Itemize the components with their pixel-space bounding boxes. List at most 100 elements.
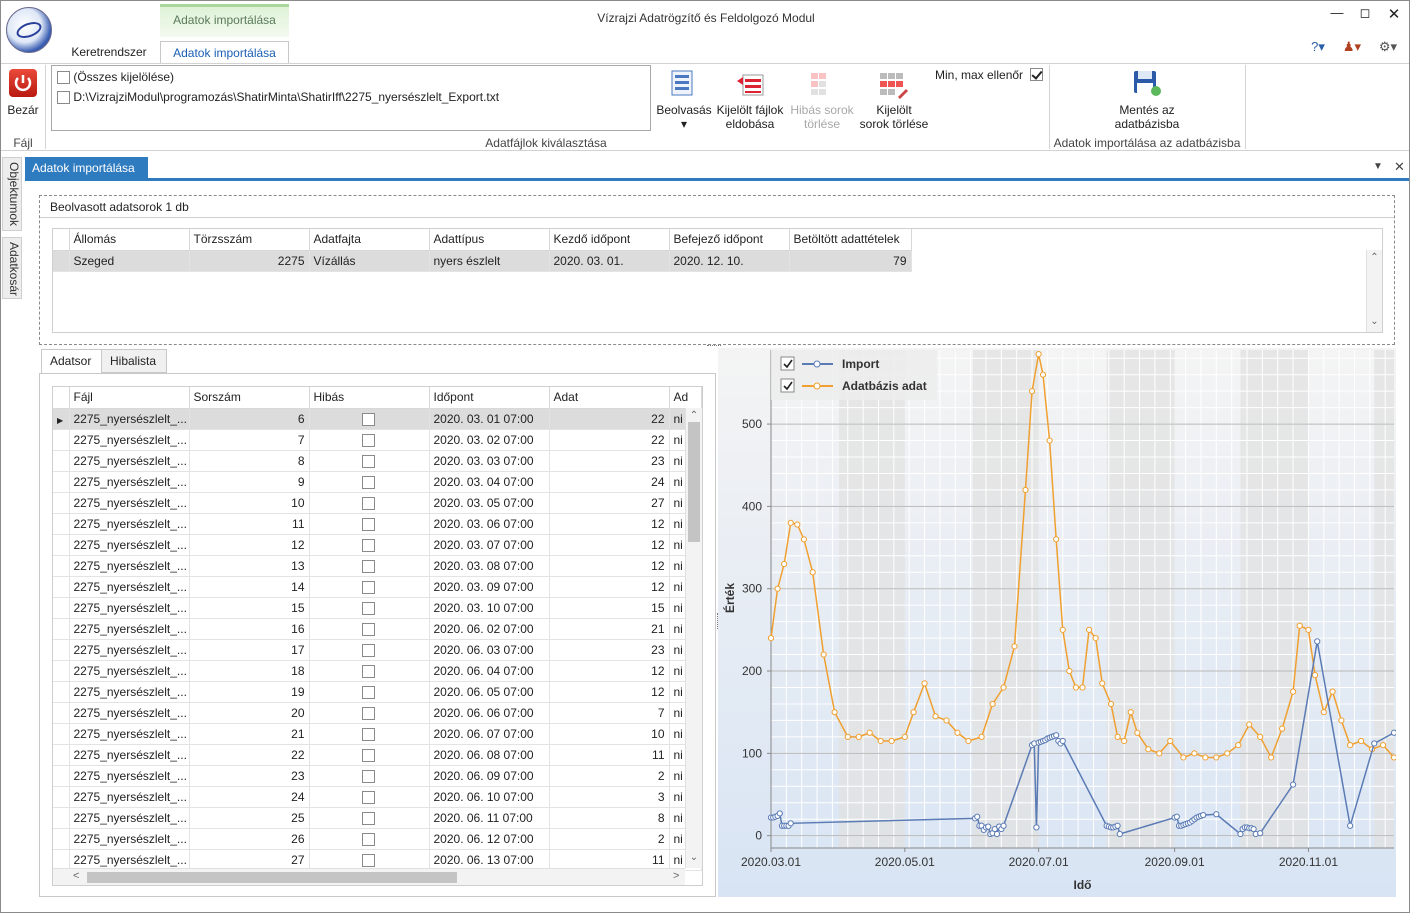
cell-adat[interactable]: 23 (549, 639, 670, 661)
tab-adatok-importalasa[interactable]: Adatok importálása (160, 41, 289, 64)
cell-adat[interactable]: 24 (549, 471, 670, 493)
cell-idopont[interactable]: 2020. 06. 13 07:00 (429, 849, 550, 871)
table-row[interactable]: 2275_nyersészlelt_... 12 2020. 03. 07 07:0… (53, 534, 702, 556)
cell-hibas[interactable] (309, 618, 430, 640)
row-header[interactable] (53, 250, 70, 272)
table-row[interactable]: 2275_nyersészlelt_... 22 2020. 06. 08 07:0… (53, 744, 702, 766)
tab-menu-chevron-icon[interactable]: ▼ (1373, 161, 1383, 172)
table-row[interactable]: 2275_nyersészlelt_... 9 2020. 03. 04 07:00… (53, 471, 702, 493)
cell-adat[interactable]: 11 (549, 744, 670, 766)
hibas-checkbox[interactable] (361, 601, 375, 615)
minmax-checkbox-box[interactable] (1030, 68, 1043, 82)
cell-adat[interactable]: 11 (549, 849, 670, 871)
cell-fajl[interactable]: 2275_nyersészlelt_... (69, 492, 190, 514)
col-header-kezdo[interactable]: Kezdő időpont (549, 229, 670, 251)
cell-hibas[interactable] (309, 849, 430, 871)
cell-adat[interactable]: 12 (549, 534, 670, 556)
cell-idopont[interactable]: 2020. 06. 10 07:00 (429, 786, 550, 808)
cell-sorszam[interactable]: 15 (189, 597, 310, 619)
table-row[interactable]: 2275_nyersészlelt_... 19 2020. 06. 05 07:0… (53, 681, 702, 703)
cell-fajl[interactable]: 2275_nyersészlelt_... (69, 555, 190, 577)
row-header[interactable] (53, 471, 70, 493)
cell-hibas[interactable] (309, 828, 430, 850)
hibas-checkbox[interactable] (361, 853, 375, 867)
cell-idopont[interactable]: 2020. 03. 03 07:00 (429, 450, 550, 472)
cell-sorszam[interactable]: 6 (189, 408, 310, 430)
cell-fajl[interactable]: 2275_nyersészlelt_... (69, 429, 190, 451)
data-grid[interactable]: Fájl Sorszám Hibás Időpont Adat Ad ▶ 2275… (52, 386, 703, 886)
cell-fajl[interactable]: 2275_nyersészlelt_... (69, 681, 190, 703)
cell-idopont[interactable]: 2020. 06. 11 07:00 (429, 807, 550, 829)
delete-selected-rows-icon[interactable] (878, 71, 908, 99)
cell-hibas[interactable] (309, 513, 430, 535)
save-db-button[interactable]: Mentés az adatbázisba (1097, 103, 1197, 131)
cell-idopont[interactable]: 2020. 06. 04 07:00 (429, 660, 550, 682)
cell-adat[interactable]: 8 (549, 807, 670, 829)
cell-fajl[interactable]: 2275_nyersészlelt_... (69, 765, 190, 787)
hibas-checkbox[interactable] (361, 811, 375, 825)
row-header[interactable] (53, 618, 70, 640)
hscroll-thumb[interactable] (87, 872, 457, 883)
table-row[interactable]: 2275_nyersészlelt_... 20 2020. 06. 06 07:0… (53, 702, 702, 724)
table-row[interactable]: 2275_nyersészlelt_... 14 2020. 03. 09 07:0… (53, 576, 702, 598)
cell-sorszam[interactable]: 10 (189, 492, 310, 514)
cell-adattipus[interactable]: nyers észlelt (429, 250, 550, 272)
row-header[interactable] (53, 639, 70, 661)
power-icon[interactable] (9, 69, 37, 97)
cell-kezdo[interactable]: 2020. 03. 01. (549, 250, 670, 272)
line-chart[interactable]: 0 100 200 300 400 500 2020.03.01 2020.05.01 2020… (718, 348, 1398, 897)
cell-idopont[interactable]: 2020. 06. 07 07:00 (429, 723, 550, 745)
select-all-item[interactable]: (Összes kijelölése) (57, 70, 174, 85)
row-header[interactable] (53, 597, 70, 619)
scroll-up-icon[interactable]: ⌃ (1367, 252, 1382, 263)
cell-sorszam[interactable]: 17 (189, 639, 310, 661)
cell-adat[interactable]: 15 (549, 597, 670, 619)
row-header[interactable] (53, 744, 70, 766)
table-row[interactable]: 2275_nyersészlelt_... 7 2020. 03. 02 07:00… (53, 429, 702, 451)
row-header[interactable] (53, 849, 70, 871)
hibas-checkbox[interactable] (361, 664, 375, 678)
cell-sorszam[interactable]: 16 (189, 618, 310, 640)
cell-adat[interactable]: 21 (549, 618, 670, 640)
legend-checkbox-import[interactable] (780, 356, 795, 371)
cell-idopont[interactable]: 2020. 06. 06 07:00 (429, 702, 550, 724)
col-header-fajl[interactable]: Fájl (69, 387, 190, 409)
hibas-checkbox[interactable] (361, 412, 375, 426)
cell-fajl[interactable]: 2275_nyersészlelt_... (69, 450, 190, 472)
cell-adatfajta[interactable]: Vízállás (309, 250, 430, 272)
cell-fajl[interactable]: 2275_nyersészlelt_... (69, 576, 190, 598)
cell-sorszam[interactable]: 21 (189, 723, 310, 745)
cell-adat[interactable]: 22 (549, 429, 670, 451)
data-grid-vscroll[interactable]: ⌃ ⌄ (685, 408, 702, 868)
cell-idopont[interactable]: 2020. 03. 10 07:00 (429, 597, 550, 619)
row-header[interactable] (53, 786, 70, 808)
cell-hibas[interactable] (309, 639, 430, 661)
scroll-down-icon[interactable]: ⌄ (686, 852, 702, 863)
cell-adat[interactable]: 23 (549, 450, 670, 472)
hibas-checkbox[interactable] (361, 748, 375, 762)
table-row[interactable]: 2275_nyersészlelt_... 10 2020. 03. 05 07:0… (53, 492, 702, 514)
col-header-betoltott[interactable]: Betöltött adattételek (789, 229, 912, 251)
cell-fajl[interactable]: 2275_nyersészlelt_... (69, 723, 190, 745)
table-row[interactable]: 2275_nyersészlelt_... 8 2020. 03. 03 07:00… (53, 450, 702, 472)
hibas-checkbox[interactable] (361, 832, 375, 846)
col-header-ad[interactable]: Ad (669, 387, 702, 409)
row-header[interactable] (53, 429, 70, 451)
cell-sorszam[interactable]: 27 (189, 849, 310, 871)
cell-befejezo[interactable]: 2020. 12. 10. (669, 250, 790, 272)
row-header[interactable] (53, 828, 70, 850)
cell-allomas[interactable]: Szeged (69, 250, 190, 272)
cell-hibas[interactable] (309, 744, 430, 766)
cell-sorszam[interactable]: 7 (189, 429, 310, 451)
file-checkbox[interactable] (57, 91, 70, 105)
save-db-icon[interactable] (1132, 69, 1162, 97)
cell-sorszam[interactable]: 8 (189, 450, 310, 472)
cell-fajl[interactable]: 2275_nyersészlelt_... (69, 513, 190, 535)
cell-adat[interactable]: 2 (549, 765, 670, 787)
cell-fajl[interactable]: 2275_nyersészlelt_... (69, 471, 190, 493)
cell-adat[interactable]: 12 (549, 660, 670, 682)
cell-adat[interactable]: 22 (549, 408, 670, 430)
cell-torzsszam[interactable]: 2275 (189, 250, 310, 272)
cell-idopont[interactable]: 2020. 06. 05 07:00 (429, 681, 550, 703)
cell-sorszam[interactable]: 12 (189, 534, 310, 556)
